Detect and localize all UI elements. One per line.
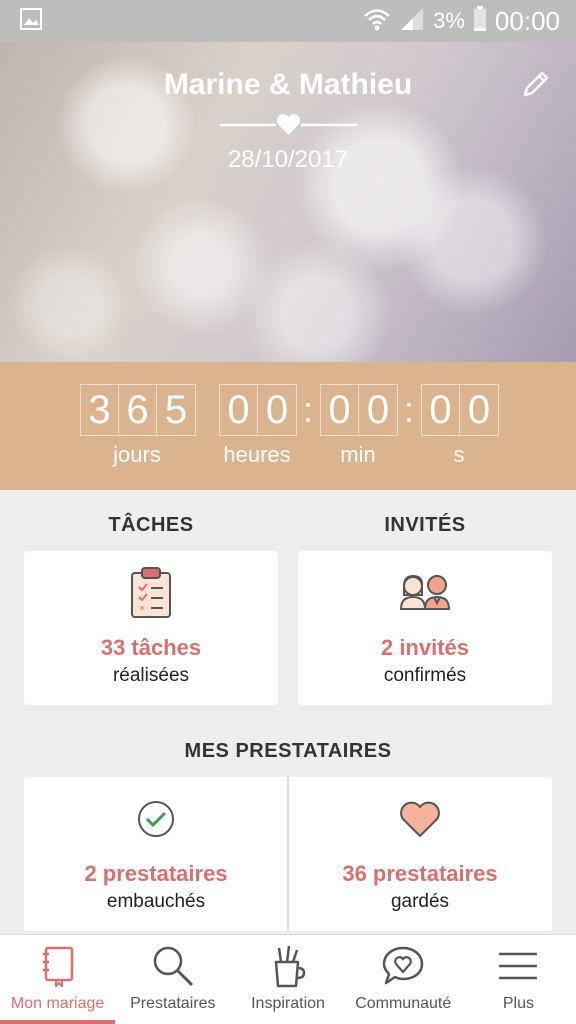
heart-divider <box>220 112 357 138</box>
vendors-title: MES PRESTATAIRES <box>184 740 392 762</box>
digit: 5 <box>164 387 188 432</box>
digit: 0 <box>422 385 460 435</box>
vendors-card: 2 prestataires embauchés 36 prestataires… <box>24 777 552 931</box>
guests-card[interactable]: 2 invités confirmés <box>298 551 552 705</box>
gallery-notification-icon <box>20 7 42 35</box>
menu-icon <box>498 943 538 989</box>
nav-plus[interactable]: Plus <box>461 935 576 1024</box>
digit: 0 <box>265 387 289 432</box>
nav-communaute[interactable]: Communauté <box>346 935 461 1024</box>
nav-prestataires[interactable]: Prestataires <box>115 935 230 1024</box>
edit-button[interactable] <box>520 68 556 104</box>
wifi-icon <box>363 6 391 37</box>
saved-count: 36 prestataires <box>342 861 498 886</box>
digit: 0 <box>220 385 258 435</box>
clock: 00:00 <box>494 5 560 36</box>
clipboard-icon <box>24 565 278 619</box>
tasks-title: TÂCHES <box>108 514 194 536</box>
wedding-date: 28/10/2017 <box>227 146 349 173</box>
minutes-label: min <box>340 442 376 467</box>
digit: 6 <box>119 385 157 435</box>
hired-count: 2 prestataires <box>84 861 228 886</box>
colon-separator: : <box>403 389 414 430</box>
digit: 0 <box>321 385 359 435</box>
tasks-card[interactable]: 33 tâches réalisées <box>24 551 278 705</box>
days-label: jours <box>113 442 161 467</box>
digit: 0 <box>467 387 491 432</box>
nav-mon-mariage[interactable]: Mon mariage <box>0 935 116 1024</box>
countdown-days: 3 6 5 <box>80 384 196 436</box>
hours-label: heures <box>223 442 291 467</box>
nav-label: Inspiration <box>251 995 325 1012</box>
colon-separator: : <box>302 389 313 430</box>
pencil-icon <box>520 71 552 104</box>
search-icon <box>151 943 195 989</box>
bottom-nav: Mon mariage Prestataires Inspiration Com… <box>0 934 576 1024</box>
pencil-cup-icon <box>270 943 306 989</box>
status-bar: 3% 00:00 <box>0 0 576 42</box>
heart-icon <box>288 801 552 839</box>
battery-percent: 3% <box>433 8 465 33</box>
notebook-icon <box>40 943 76 989</box>
nav-inspiration[interactable]: Inspiration <box>230 935 345 1024</box>
countdown-minutes: 0 0 <box>320 384 398 436</box>
couple-names: Marine & Mathieu <box>163 68 413 101</box>
countdown-seconds: 0 0 <box>421 384 499 436</box>
nav-label: Prestataires <box>130 995 216 1012</box>
countdown: 3 6 5 0 0 : 0 0 : 0 0 jours heures min s <box>0 362 576 490</box>
check-circle-icon <box>24 799 288 839</box>
nav-label: Mon mariage <box>10 995 105 1012</box>
guests-icon <box>298 571 552 611</box>
tasks-count: 33 tâches <box>100 635 202 660</box>
signal-icon <box>399 6 425 37</box>
seconds-label: s <box>453 442 465 467</box>
heart-chat-icon <box>381 943 425 989</box>
countdown-hours: 0 0 <box>219 384 297 436</box>
guests-sub: confirmés <box>383 665 467 686</box>
nav-label: Communauté <box>355 995 452 1012</box>
nav-label: Plus <box>502 995 534 1012</box>
digit: 0 <box>366 387 390 432</box>
saved-sub: gardés <box>390 891 450 912</box>
hired-vendors[interactable]: 2 prestataires embauchés <box>24 777 288 931</box>
saved-vendors[interactable]: 36 prestataires gardés <box>288 777 552 931</box>
tasks-sub: réalisées <box>112 665 190 686</box>
guests-title: INVITÉS <box>384 514 466 536</box>
guests-count: 2 invités <box>380 635 470 660</box>
battery-icon <box>473 5 487 37</box>
hired-sub: embauchés <box>106 891 206 912</box>
active-indicator <box>0 1020 116 1024</box>
hero-banner: Marine & Mathieu 28/10/2017 <box>0 42 576 362</box>
digit: 3 <box>81 385 119 435</box>
